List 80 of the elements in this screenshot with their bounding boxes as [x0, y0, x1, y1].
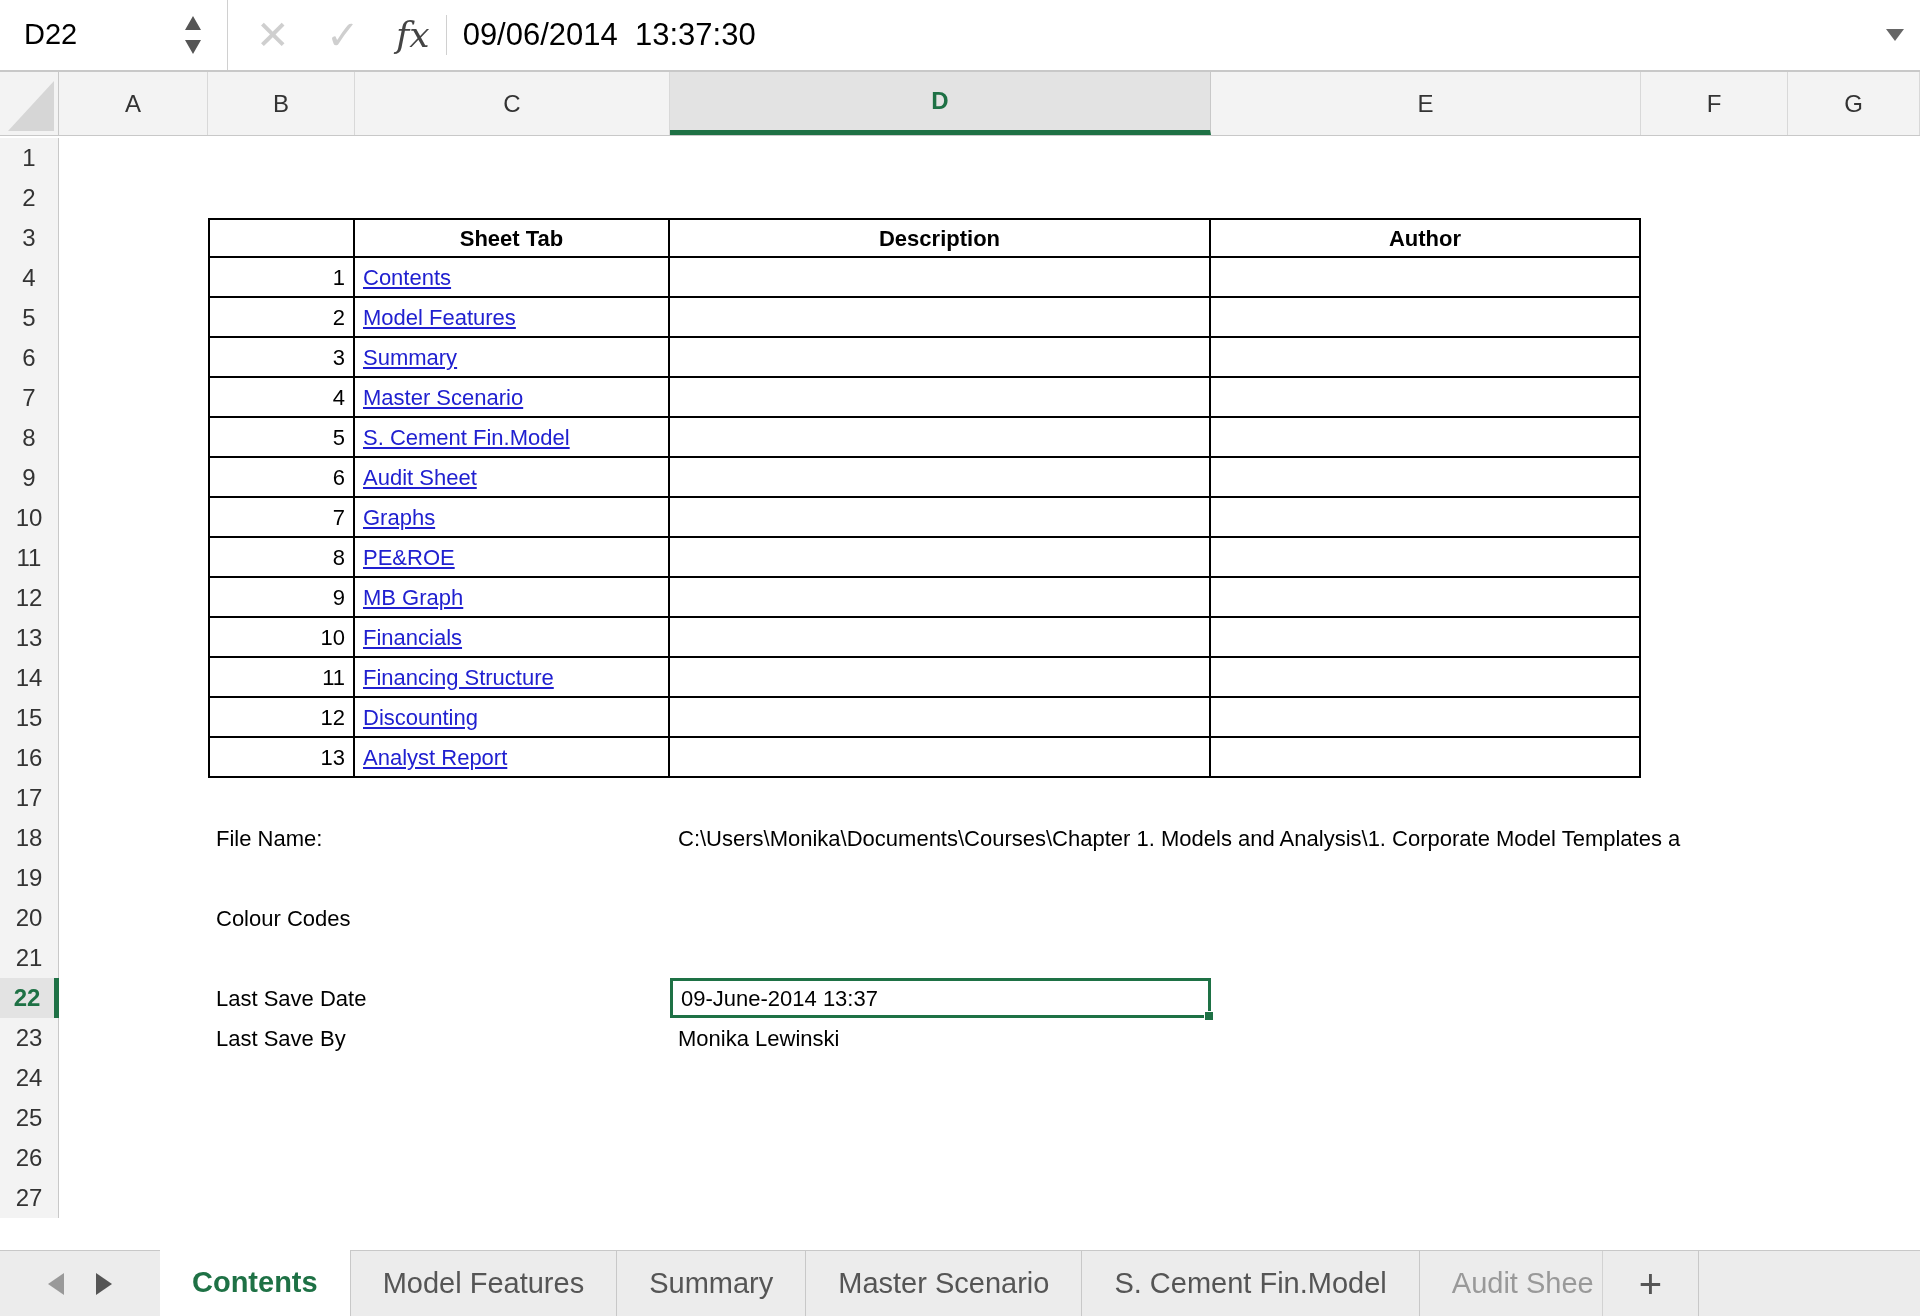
info-value[interactable]: 09-June-2014 13:37	[670, 978, 1211, 1018]
sheet-link[interactable]: Contents	[363, 260, 452, 294]
sheet-link[interactable]: Discounting	[363, 700, 478, 734]
sheet-link[interactable]: Financing Structure	[363, 660, 554, 694]
row-number-cell: 4	[208, 378, 355, 418]
row-header[interactable]: 6	[0, 338, 59, 378]
info-label: Last Save By	[215, 1024, 347, 1053]
row-header[interactable]: 17	[0, 778, 59, 818]
formula-field[interactable]: 09/06/2014 13:37:30	[462, 11, 1886, 59]
row-header[interactable]: 5	[0, 298, 59, 338]
sheet-link[interactable]: PE&ROE	[363, 540, 455, 574]
add-sheet-button[interactable]: +	[1602, 1251, 1700, 1316]
row-header[interactable]: 12	[0, 578, 59, 618]
row-number-cell: 5	[208, 418, 355, 458]
column-header[interactable]: A	[59, 72, 208, 135]
column-heading: Description	[670, 218, 1211, 258]
row-header[interactable]: 11	[0, 538, 59, 578]
row-number-cell: 13	[208, 738, 355, 778]
row-header[interactable]: 14	[0, 658, 59, 698]
name-box[interactable]: D22	[24, 13, 78, 57]
column-header[interactable]: G	[1788, 72, 1920, 135]
row-header[interactable]: 10	[0, 498, 59, 538]
row-number-cell: 2	[208, 298, 355, 338]
sheet-link[interactable]: Model Features	[363, 300, 516, 334]
row-header[interactable]: 20	[0, 898, 59, 938]
sheet-tab[interactable]: Master Scenario	[806, 1251, 1083, 1316]
sheet-link[interactable]: Audit Sheet	[363, 460, 477, 494]
row-number-cell: 8	[208, 538, 355, 578]
row-header[interactable]: 26	[0, 1138, 59, 1178]
sheet-link[interactable]: Summary	[363, 340, 458, 374]
row-header[interactable]: 2	[0, 178, 59, 218]
row-header[interactable]: 22	[0, 978, 59, 1018]
column-heading: Author	[1211, 218, 1641, 258]
row-number-cell: 12	[208, 698, 355, 738]
info-value[interactable]: Monika Lewinski	[670, 1018, 1211, 1058]
row-header[interactable]: 27	[0, 1178, 59, 1218]
row-header[interactable]: 23	[0, 1018, 59, 1058]
row-header[interactable]: 24	[0, 1058, 59, 1098]
column-header[interactable]: F	[1641, 72, 1788, 135]
row-header[interactable]: 1	[0, 138, 59, 178]
dropdown-icon[interactable]	[1886, 29, 1904, 41]
row-number-cell: 3	[208, 338, 355, 378]
row-number-cell: 6	[208, 458, 355, 498]
sheet-tab[interactable]: Model Features	[350, 1251, 618, 1316]
row-header[interactable]: 16	[0, 738, 59, 778]
column-heading: Sheet Tab	[355, 218, 670, 258]
row-header[interactable]: 25	[0, 1098, 59, 1138]
next-sheet-icon[interactable]	[96, 1272, 112, 1295]
sheet-link[interactable]: Graphs	[363, 500, 436, 534]
row-header[interactable]: 3	[0, 218, 59, 258]
row-header[interactable]: 15	[0, 698, 59, 738]
sheet-link[interactable]: Analyst Report	[363, 740, 508, 774]
row-header[interactable]: 9	[0, 458, 59, 498]
sheet-link[interactable]: MB Graph	[363, 580, 464, 614]
info-label: Colour Codes	[215, 904, 352, 933]
column-header[interactable]: E	[1211, 72, 1641, 135]
info-value[interactable]: C:\Users\Monika\Documents\Courses\Chapter 1. Models and Analysis\1. Corporate Model Templates a	[670, 818, 1920, 858]
sheet-tab[interactable]: Contents	[160, 1250, 351, 1316]
info-label: File Name:	[215, 824, 324, 853]
row-header[interactable]: 19	[0, 858, 59, 898]
row-header[interactable]: 13	[0, 618, 59, 658]
row-number-cell: 10	[208, 618, 355, 658]
sheet-link[interactable]: Master Scenario	[363, 380, 524, 414]
sheet-tab[interactable]: Summary	[617, 1251, 807, 1316]
row-header[interactable]: 18	[0, 818, 59, 858]
row-number-cell: 1	[208, 258, 355, 298]
sheet-link[interactable]: Financials	[363, 620, 463, 654]
row-number-cell: 11	[208, 658, 355, 698]
row-header[interactable]: 21	[0, 938, 59, 978]
row-header[interactable]: 7	[0, 378, 59, 418]
info-label: Last Save Date	[215, 984, 368, 1013]
column-header[interactable]: B	[208, 72, 355, 135]
row-number-cell: 7	[208, 498, 355, 538]
row-header[interactable]: 4	[0, 258, 59, 298]
fill-handle[interactable]	[1204, 1011, 1214, 1021]
row-number-cell: 9	[208, 578, 355, 618]
sheet-tab[interactable]: S. Cement Fin.Model	[1082, 1251, 1420, 1316]
column-header[interactable]: D	[670, 72, 1211, 135]
row-header[interactable]: 8	[0, 418, 59, 458]
sheet-link[interactable]: S. Cement Fin.Model	[363, 420, 570, 454]
